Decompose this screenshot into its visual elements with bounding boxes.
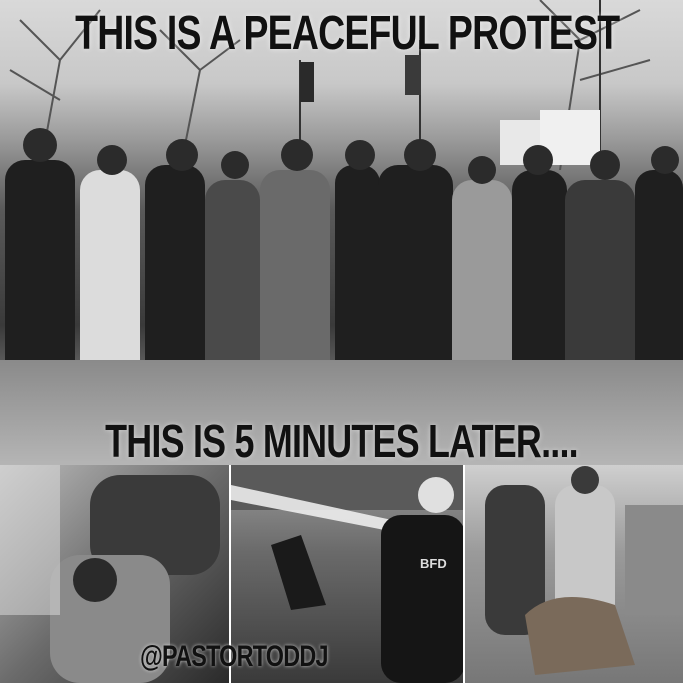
author-handle: @PASTORTODDJ [140, 640, 328, 673]
middle-caption: THIS IS 5 MINUTES LATER.... [105, 415, 578, 467]
helmet-label: BFD [420, 556, 447, 571]
violence-photo-strip [0, 465, 683, 683]
march-photo [0, 0, 683, 465]
photo-police-dog [463, 465, 683, 683]
top-caption: THIS IS A PEACEFUL PROTEST [75, 7, 620, 60]
